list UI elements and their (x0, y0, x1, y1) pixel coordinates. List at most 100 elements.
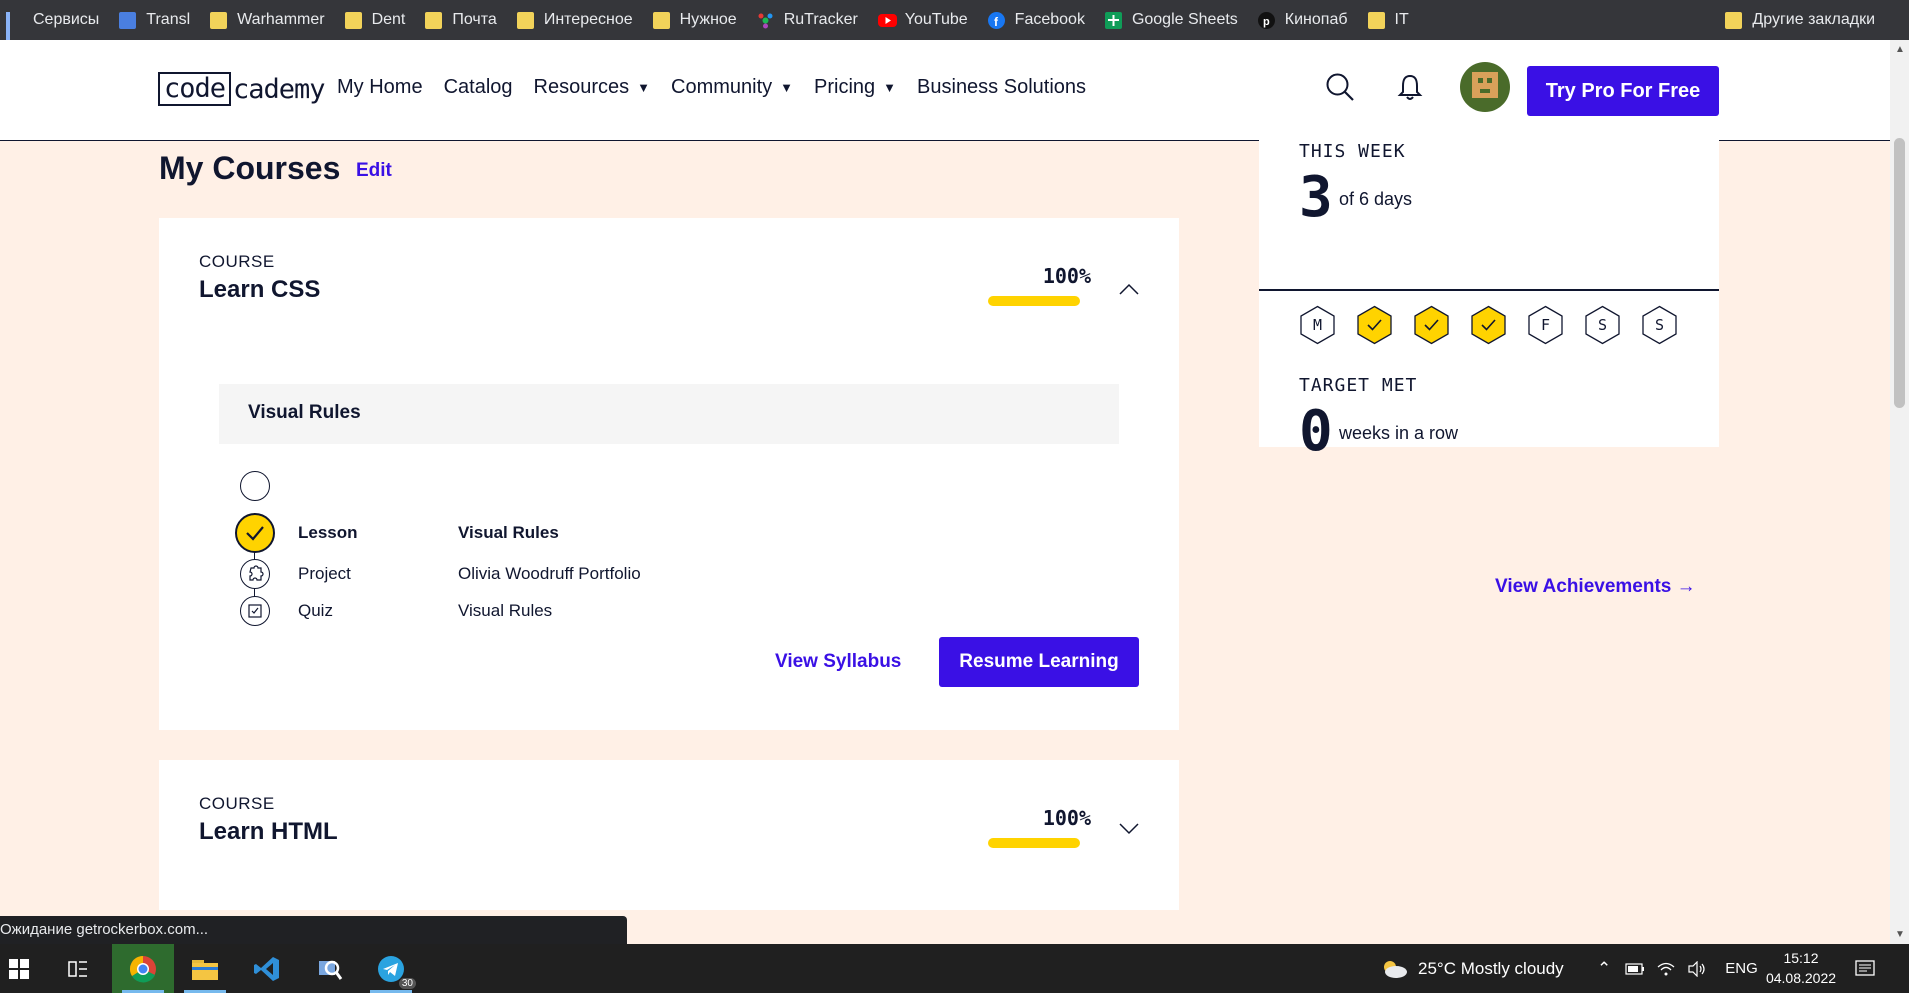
bell-icon (1397, 74, 1423, 100)
bookmark-pochta[interactable]: Почта (425, 11, 497, 29)
day-complete-hex (1470, 305, 1507, 345)
bookmark-facebook[interactable]: f Facebook (987, 11, 1085, 29)
days-count: 3 (1299, 165, 1333, 230)
day-hex: F (1527, 305, 1564, 345)
scrollbar-thumb[interactable] (1894, 138, 1905, 408)
folder-icon (425, 11, 443, 29)
bookmark-rutracker[interactable]: RuTracker (757, 11, 858, 29)
caret-down-icon: ▼ (637, 80, 650, 95)
progress-percent: 100% (1042, 264, 1091, 288)
weather-widget[interactable]: 25°C Mostly cloudy (1380, 944, 1564, 993)
weekly-stats-panel: THIS WEEK 3 of 6 days MFSS TARGET MET 0 … (1259, 117, 1719, 464)
bookmark-youtube[interactable]: YouTube (877, 11, 968, 29)
weekday-hexes: MFSS (1299, 305, 1698, 345)
vscode-icon (254, 956, 279, 981)
try-pro-button[interactable]: Try Pro For Free (1527, 66, 1719, 116)
nav-community[interactable]: Community ▼ (671, 76, 793, 99)
view-syllabus-link[interactable]: View Syllabus (775, 651, 901, 673)
avatar[interactable] (1460, 62, 1510, 112)
search-button[interactable] (1320, 67, 1360, 107)
progress-percent: 100% (1042, 806, 1091, 830)
task-view-icon (68, 960, 87, 977)
bookmark-google-sheets[interactable]: Google Sheets (1104, 11, 1238, 29)
page-title: My Courses (159, 150, 341, 186)
collapse-button[interactable] (1118, 282, 1140, 301)
scroll-up-icon[interactable]: ▲ (1895, 44, 1905, 55)
input-language[interactable]: ENG (1725, 960, 1758, 977)
facebook-icon: f (987, 11, 1005, 29)
bookmark-warhammer[interactable]: Warhammer (210, 11, 325, 29)
taskbar: 30 25°C Mostly cloudy ⌃ ENG 15:12 04.08.… (0, 944, 1909, 993)
day-complete-hex (1413, 305, 1450, 345)
show-hidden-icons-button[interactable]: ⌃ (1597, 959, 1611, 979)
codecademy-logo[interactable]: code cademy (158, 72, 326, 106)
folder-icon (344, 11, 362, 29)
notification-icon (1855, 959, 1875, 976)
notifications-center-button[interactable] (1855, 944, 1875, 993)
bookmark-dent[interactable]: Dent (344, 11, 405, 29)
start-button[interactable] (0, 944, 38, 993)
battery-icon[interactable] (1625, 962, 1645, 975)
divider (1259, 289, 1719, 291)
rutracker-icon (757, 12, 774, 29)
bookmark-nuzhnoe[interactable]: Нужное (652, 11, 737, 29)
project-step (240, 471, 270, 501)
svg-text:p: p (1263, 16, 1270, 28)
vscode-taskbar-app[interactable] (236, 944, 298, 993)
main-nav: My Home Catalog Resources ▼ Community ▼ Pr… (337, 76, 1107, 99)
windows-icon (9, 958, 29, 979)
nav-resources[interactable]: Resources ▼ (534, 76, 650, 99)
system-tray: ⌃ ENG (1597, 944, 1758, 993)
search-tool-taskbar-app[interactable] (298, 944, 360, 993)
scrollbar[interactable]: ▲ ▼ (1890, 40, 1909, 944)
chrome-icon (129, 955, 156, 982)
view-achievements-link[interactable]: View Achievements → (1495, 576, 1696, 598)
resume-learning-button[interactable]: Resume Learning (939, 637, 1139, 687)
course-card: COURSE Learn HTML 100% (159, 760, 1179, 910)
expand-button[interactable] (1118, 822, 1140, 841)
clock[interactable]: 15:12 04.08.2022 (1765, 948, 1837, 988)
lesson-complete-badge (235, 513, 275, 553)
folder-icon (210, 11, 228, 29)
bookmark-it[interactable]: IT (1367, 11, 1409, 29)
nav-catalog[interactable]: Catalog (444, 76, 513, 99)
course-name[interactable]: Learn HTML (199, 818, 338, 846)
apps-grid-icon (6, 11, 23, 48)
bookmark-transl[interactable]: Transl (119, 11, 190, 29)
days-goal-text: of 6 days (1339, 189, 1413, 209)
telegram-taskbar-app[interactable]: 30 (360, 944, 422, 993)
task-view-button[interactable] (48, 944, 108, 993)
day-complete-hex (1356, 305, 1393, 345)
bookmark-kinopub[interactable]: p Кинопаб (1257, 11, 1348, 29)
chevron-down-icon (1119, 823, 1139, 835)
this-week-label: THIS WEEK (1299, 141, 1406, 162)
course-card: COURSE Learn CSS 100% Visual Rules Lesso… (159, 218, 1179, 730)
notifications-button[interactable] (1390, 67, 1430, 107)
cloudy-icon (1384, 960, 1407, 978)
weeks-count: 0 (1299, 399, 1333, 464)
scroll-down-icon[interactable]: ▼ (1895, 929, 1905, 940)
nav-my-home[interactable]: My Home (337, 76, 423, 99)
folder-icon (516, 11, 534, 29)
course-tag: COURSE (199, 794, 275, 813)
chrome-taskbar-app[interactable] (112, 944, 174, 993)
check-icon (246, 526, 264, 541)
magnifier-app-icon (319, 960, 343, 980)
youtube-icon (877, 12, 897, 29)
caret-down-icon: ▼ (780, 80, 794, 95)
target-met-label: TARGET MET (1299, 375, 1418, 396)
explorer-taskbar-app[interactable] (174, 944, 236, 993)
weeks-streak-text: weeks in a row (1339, 423, 1459, 443)
nav-business-solutions[interactable]: Business Solutions (917, 76, 1086, 99)
caret-down-icon: ▼ (883, 80, 897, 95)
nav-pricing[interactable]: Pricing ▼ (814, 76, 896, 99)
edit-courses-link[interactable]: Edit (356, 160, 392, 182)
wifi-icon[interactable] (1657, 961, 1675, 977)
bookmark-interesnoe[interactable]: Интересное (516, 11, 633, 29)
course-name[interactable]: Learn CSS (199, 276, 320, 304)
bookmark-other[interactable]: Другие закладки (1725, 0, 1875, 40)
translate-icon (119, 11, 137, 29)
status-bubble: Ожидание getrockerbox.com... (0, 916, 627, 944)
volume-icon[interactable] (1687, 960, 1707, 977)
bookmark-services[interactable]: Сервисы (6, 11, 99, 48)
